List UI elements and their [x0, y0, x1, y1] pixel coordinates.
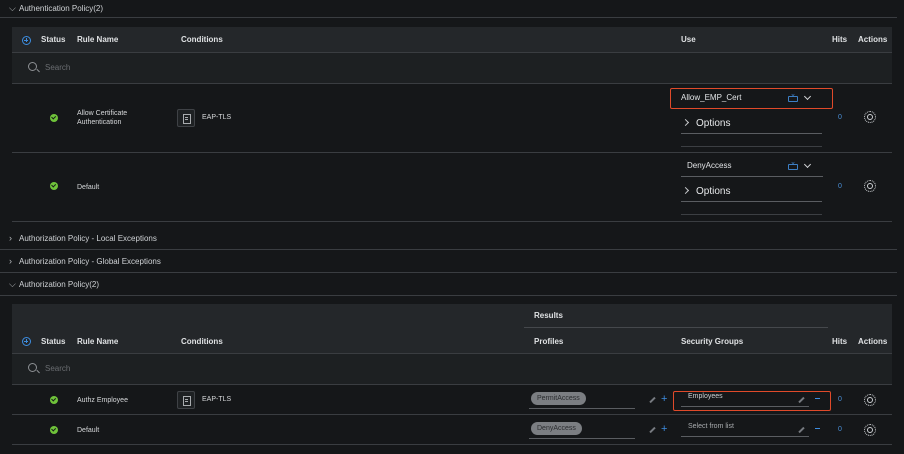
authorization-policy-header[interactable]: ⌵ Authorization Policy(2) — [0, 273, 897, 296]
remove-icon[interactable] — [815, 428, 820, 429]
col-hits[interactable]: Hits — [832, 35, 847, 44]
hits-count[interactable]: 0 — [838, 114, 842, 121]
use-select[interactable]: DenyAccess — [681, 157, 823, 177]
chevron-right-icon — [681, 186, 690, 195]
section-title: Authorization Policy - Local Exceptions — [19, 233, 157, 243]
add-rule-icon[interactable] — [22, 337, 31, 346]
options-divider — [681, 146, 822, 147]
results-divider — [524, 327, 828, 328]
options-expander[interactable]: Options — [681, 184, 822, 202]
highlight-box — [670, 88, 833, 109]
authentication-policy-header[interactable]: ⌵ Authentication Policy(2) — [0, 0, 897, 18]
profile-field[interactable]: PermitAccess — [529, 387, 635, 409]
status-enabled-icon[interactable] — [50, 114, 58, 122]
condition-icon — [177, 109, 195, 127]
add-icon[interactable]: + — [661, 394, 667, 405]
gear-icon[interactable] — [864, 424, 876, 436]
search-input[interactable]: Search — [45, 63, 70, 72]
auth-table-header: Status Rule Name Conditions Use Hits Act… — [12, 27, 892, 53]
chevron-down-icon: ⌵ — [9, 3, 16, 13]
col-profiles[interactable]: Profiles — [534, 337, 563, 346]
col-use[interactable]: Use — [681, 35, 696, 44]
chevron-down-icon[interactable] — [803, 160, 812, 169]
clear-icon[interactable] — [788, 161, 798, 170]
gear-icon[interactable] — [864, 111, 876, 123]
rule-name[interactable]: Default — [77, 426, 99, 435]
chevron-down-icon: ⌵ — [9, 278, 16, 289]
search-icon — [28, 62, 37, 71]
col-actions[interactable]: Actions — [858, 35, 887, 44]
chevron-right-icon: › — [9, 256, 12, 266]
edit-icon[interactable] — [649, 426, 656, 434]
section-title: Authentication Policy(2) — [19, 4, 104, 13]
hits-count[interactable]: 0 — [838, 426, 842, 433]
col-actions[interactable]: Actions — [858, 337, 887, 346]
status-enabled-icon[interactable] — [50, 396, 58, 404]
section-title: Authorization Policy(2) — [19, 279, 100, 289]
gear-icon[interactable] — [864, 180, 876, 192]
add-rule-icon[interactable] — [22, 36, 31, 45]
search-input[interactable]: Search — [45, 364, 70, 373]
search-icon — [28, 363, 37, 372]
authorization-local-exceptions-header[interactable]: › Authorization Policy - Local Exception… — [0, 227, 897, 250]
rule-name[interactable]: Allow Certificate Authentication — [77, 109, 147, 127]
security-group-field[interactable]: Select from list — [681, 419, 820, 437]
col-security-groups[interactable]: Security Groups — [681, 337, 743, 346]
hits-count[interactable]: 0 — [838, 396, 842, 403]
options-expander[interactable]: Options — [681, 116, 822, 134]
edit-icon[interactable] — [649, 396, 656, 404]
col-rule-name[interactable]: Rule Name — [77, 35, 118, 44]
col-status[interactable]: Status — [41, 337, 65, 346]
authorization-global-exceptions-header[interactable]: › Authorization Policy - Global Exceptio… — [0, 250, 897, 273]
condition-text[interactable]: EAP-TLS — [202, 396, 231, 403]
profile-tag[interactable]: PermitAccess — [531, 392, 586, 405]
table-row[interactable]: Default DenyAccess + Select from list 0 — [12, 415, 892, 445]
col-conditions[interactable]: Conditions — [181, 35, 223, 44]
auth-search-row[interactable]: Search — [12, 53, 892, 84]
authz-table-header: Results Status Rule Name Conditions Prof… — [12, 304, 892, 354]
profile-tag[interactable]: DenyAccess — [531, 422, 582, 435]
highlight-box — [673, 391, 831, 411]
table-row[interactable]: Default DenyAccess Options 0 — [12, 153, 892, 222]
rule-name[interactable]: Default — [77, 183, 99, 192]
rule-name[interactable]: Authz Employee — [77, 396, 128, 405]
col-rule-name[interactable]: Rule Name — [77, 337, 118, 346]
options-divider — [681, 214, 822, 215]
profile-field[interactable]: DenyAccess — [529, 417, 635, 439]
col-conditions[interactable]: Conditions — [181, 337, 223, 346]
chevron-right-icon: › — [9, 233, 12, 243]
hits-count[interactable]: 0 — [838, 183, 842, 190]
condition-text[interactable]: EAP-TLS — [202, 114, 231, 121]
add-icon[interactable]: + — [661, 424, 667, 435]
gear-icon[interactable] — [864, 394, 876, 406]
col-hits[interactable]: Hits — [832, 337, 847, 346]
col-status[interactable]: Status — [41, 35, 65, 44]
condition-icon — [177, 391, 195, 409]
chevron-right-icon — [681, 118, 690, 127]
results-label: Results — [534, 311, 563, 320]
authz-search-row[interactable]: Search — [12, 354, 892, 385]
section-title: Authorization Policy - Global Exceptions — [19, 256, 161, 266]
edit-icon[interactable] — [798, 426, 805, 434]
status-enabled-icon[interactable] — [50, 426, 58, 434]
status-enabled-icon[interactable] — [50, 182, 58, 190]
